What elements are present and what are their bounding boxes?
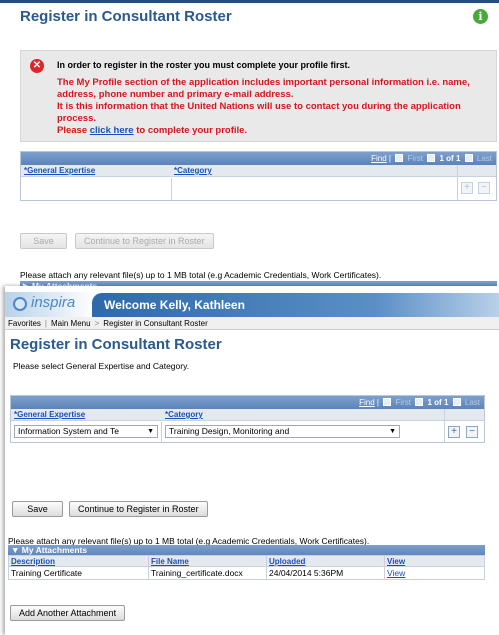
expertise-grid: Find | First 1 of 1 Last *General Expert… <box>20 151 497 201</box>
grid-divider <box>444 409 445 442</box>
save-button[interactable]: Save <box>20 233 67 249</box>
top-border <box>0 0 499 3</box>
last-label: Last <box>464 398 480 407</box>
error-line: The My Profile section of the applicatio… <box>57 77 470 88</box>
add-row-icon[interactable]: + <box>461 182 473 194</box>
breadcrumb-current: Register in Consultant Roster <box>103 319 208 328</box>
cell-description: Training Certificate <box>8 566 149 580</box>
expertise-grid: Find | First 1 of 1 Last *General Expert… <box>10 395 485 443</box>
inspira-logo: inspira <box>9 294 93 316</box>
error-details: The My Profile section of the applicatio… <box>57 77 493 137</box>
add-row-icon[interactable]: + <box>448 426 460 438</box>
page-indicator: 1 of 1 <box>427 398 449 407</box>
cell-view: View <box>384 566 485 580</box>
grid-nav-bar: Find | First 1 of 1 Last <box>11 396 484 409</box>
attachments-table: Description File Name Uploaded View Trai… <box>8 555 485 580</box>
logo-text: inspira <box>31 294 76 311</box>
category-select[interactable]: Training Design, Monitoring and ▼ <box>165 425 400 438</box>
col-category[interactable]: *Category <box>174 166 212 175</box>
next-icon[interactable] <box>464 154 473 162</box>
grid-divider <box>457 165 458 200</box>
last-label: Last <box>476 154 492 163</box>
general-expertise-select[interactable]: Information System and Te ▼ <box>14 425 158 438</box>
delete-row-icon[interactable]: − <box>466 426 478 438</box>
error-last-suffix: to complete your profile. <box>133 125 248 136</box>
cell-file-name: Training_certificate.docx <box>148 566 267 580</box>
favorites-menu[interactable]: Favorites <box>8 319 41 328</box>
col-general-expertise[interactable]: *General Expertise <box>14 410 85 419</box>
grid-header: *General Expertise *Category <box>11 409 484 421</box>
table-header-row: Description File Name Uploaded View <box>8 555 485 567</box>
first-label: First <box>395 398 412 407</box>
view-all-icon[interactable] <box>383 398 392 406</box>
prev-icon[interactable] <box>427 154 436 162</box>
save-button[interactable]: Save <box>12 501 63 517</box>
grid-divider <box>161 422 162 442</box>
main-menu[interactable]: Main Menu <box>51 319 91 328</box>
error-heading: In order to register in the roster you m… <box>57 60 351 70</box>
error-line: process. <box>57 113 97 124</box>
add-attachment-button[interactable]: Add Another Attachment <box>10 605 126 621</box>
nav-sep: | <box>44 319 47 328</box>
un-globe-icon <box>13 297 27 311</box>
attachments-header-label: My Attachments <box>21 545 88 555</box>
find-link[interactable]: Find <box>371 154 387 163</box>
continue-register-button[interactable]: Continue to Register in Roster <box>69 501 208 517</box>
expertise-value: Information System and Te <box>18 426 119 436</box>
col-category[interactable]: *Category <box>165 410 203 419</box>
attach-note: Please attach any relevant file(s) up to… <box>20 270 382 280</box>
grid-header: *General Expertise *Category <box>21 165 496 177</box>
cell-uploaded: 24/04/2014 5:36PM <box>266 566 385 580</box>
find-link[interactable]: Find <box>359 398 375 407</box>
breadcrumb-sep: > <box>94 319 100 328</box>
delete-row-icon[interactable]: − <box>478 182 490 194</box>
welcome-banner: Welcome Kelly, Kathleen <box>92 293 499 317</box>
col-general-expertise[interactable]: *General Expertise <box>24 166 95 175</box>
view-all-icon[interactable] <box>395 154 404 162</box>
grid-nav-bar: Find | First 1 of 1 Last <box>21 152 496 165</box>
table-row: Training Certificate Training_certificat… <box>8 566 485 580</box>
error-message-box: ✕ In order to register in the roster you… <box>20 50 497 142</box>
nav-bar: Favorites | Main Menu > Register in Consulta… <box>5 317 499 330</box>
page-title: Register in Consultant Roster <box>10 336 222 353</box>
next-icon[interactable] <box>452 398 461 406</box>
collapse-icon[interactable]: ▼ <box>11 545 22 555</box>
page-indicator: 1 of 1 <box>439 154 461 163</box>
col-uploaded[interactable]: Uploaded <box>266 555 385 567</box>
complete-profile-link[interactable]: click here <box>90 125 134 136</box>
page-title: Register in Consultant Roster <box>20 8 232 25</box>
continue-register-button[interactable]: Continue to Register in Roster <box>75 233 214 249</box>
dropdown-arrow-icon: ▼ <box>147 428 154 435</box>
error-line: address, phone number and primary e-mail… <box>57 89 294 100</box>
error-line: It is this information that the United N… <box>57 101 461 112</box>
category-value: Training Design, Monitoring and <box>169 426 290 436</box>
col-view[interactable]: View <box>384 555 485 567</box>
instruction-text: Please select General Expertise and Cate… <box>13 361 190 371</box>
col-description[interactable]: Description <box>8 555 149 567</box>
error-last-line: Please click here to complete your profi… <box>57 125 493 137</box>
view-link[interactable]: View <box>387 568 405 578</box>
error-last-prefix: Please <box>57 125 90 136</box>
col-file-name[interactable]: File Name <box>148 555 267 567</box>
info-icon[interactable]: i <box>473 9 488 24</box>
error-icon: ✕ <box>30 59 44 73</box>
first-label: First <box>407 154 424 163</box>
dropdown-arrow-icon: ▼ <box>389 428 396 435</box>
grid-divider <box>171 178 172 200</box>
prev-icon[interactable] <box>415 398 424 406</box>
